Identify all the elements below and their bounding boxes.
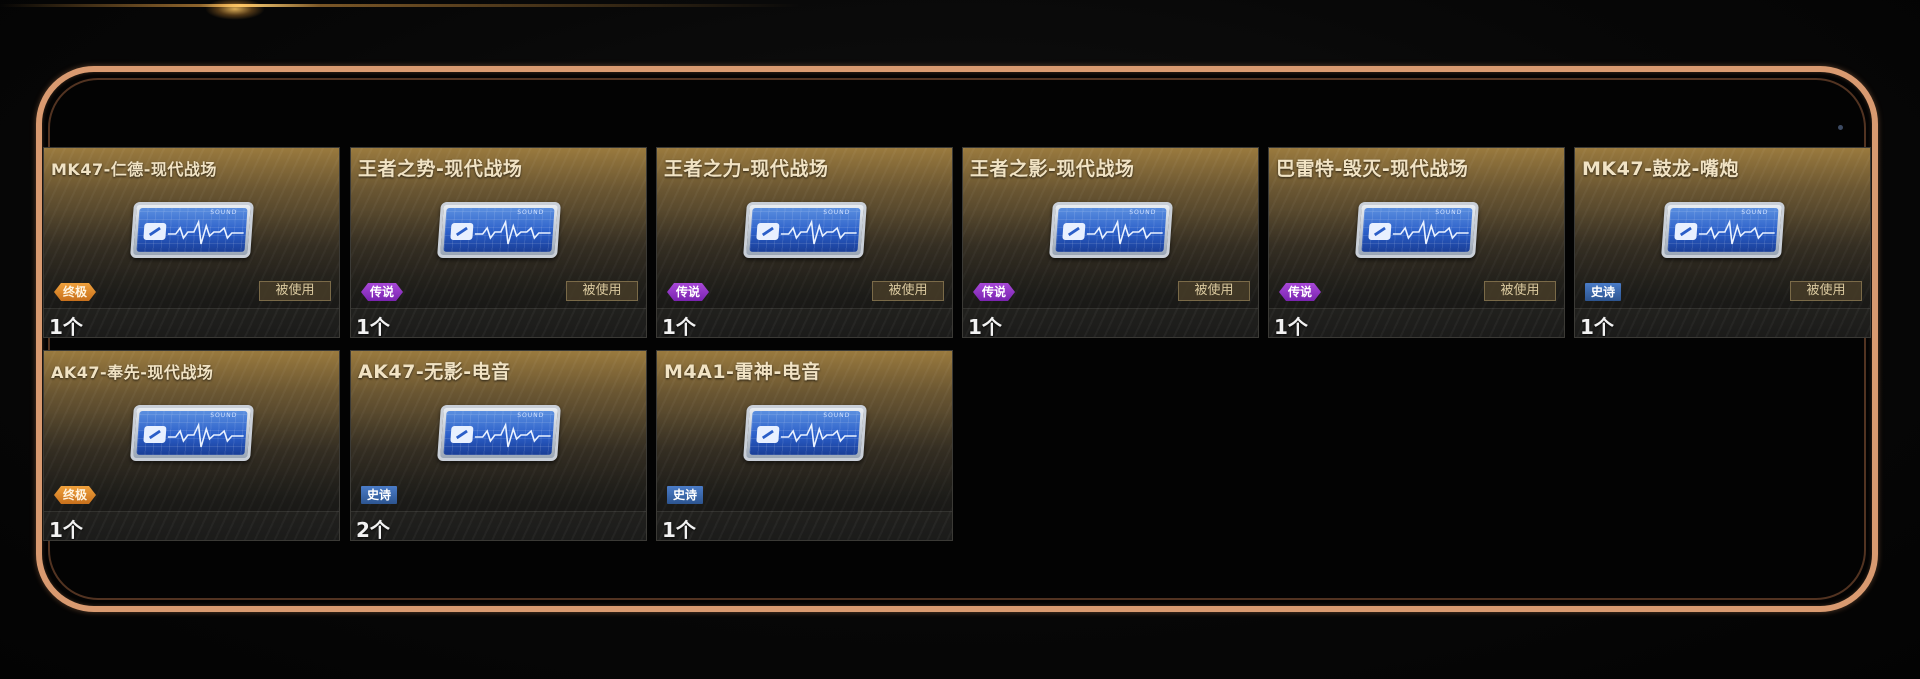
item-card[interactable]: AK47-奉先-现代战场 SOUND 终极 1个 [43,350,340,541]
sound-card-icon: SOUND [436,405,561,461]
sound-card-icon: SOUND [129,202,254,258]
item-card[interactable]: 巴雷特-毁灭-现代战场 SOUND 传说 被使用 1个 [1268,147,1565,338]
pencil-icon [1673,223,1697,240]
waveform-icon [780,422,857,448]
sound-label: SOUND [516,209,544,216]
sound-card-icon: SOUND [129,405,254,461]
sound-label: SOUND [209,412,237,419]
pencil-icon [755,426,779,443]
rarity-badge: 终极 [54,486,96,504]
sound-label: SOUND [516,412,544,419]
waveform-icon [167,422,244,448]
pencil-icon [449,223,473,240]
in-use-badge: 被使用 [259,281,331,301]
sound-label: SOUND [1128,209,1156,216]
item-card[interactable]: M4A1-雷神-电音 SOUND 史诗 1个 [656,350,953,541]
sound-card-icon: SOUND [436,202,561,258]
in-use-badge: 被使用 [1178,281,1250,301]
waveform-icon [1086,219,1163,245]
pencil-icon [142,426,166,443]
sound-label: SOUND [1740,209,1768,216]
item-title: AK47-奉先-现代战场 [51,363,214,382]
pencil-icon [755,223,779,240]
waveform-icon [167,219,244,245]
in-use-badge: 被使用 [1484,281,1556,301]
item-count: 1个 [968,315,1002,338]
item-count: 1个 [662,315,696,338]
item-count: 1个 [356,315,390,338]
item-title: MK47-仁德-现代战场 [51,160,217,179]
item-title: M4A1-雷神-电音 [664,361,821,383]
pencil-icon [449,426,473,443]
rarity-badge: 终极 [54,283,96,301]
in-use-badge: 被使用 [872,281,944,301]
item-grid: MK47-仁德-现代战场 SOUND 终极 被使用 1个 王者之势-现代战场 SOUND 传… [0,0,1920,679]
item-count: 1个 [49,315,83,338]
sound-card-icon: SOUND [742,202,867,258]
waveform-icon [474,422,551,448]
item-title: 王者之势-现代战场 [358,158,523,180]
rarity-badge: 传说 [1279,283,1321,301]
sound-card-icon: SOUND [742,405,867,461]
item-title: 王者之力-现代战场 [664,158,829,180]
item-count: 1个 [49,518,83,541]
in-use-badge: 被使用 [1790,281,1862,301]
pencil-icon [1367,223,1391,240]
sound-card-icon: SOUND [1048,202,1173,258]
sound-card-icon: SOUND [1660,202,1785,258]
waveform-icon [780,219,857,245]
sound-label: SOUND [209,209,237,216]
item-title: AK47-无影-电音 [358,361,511,383]
item-title: MK47-鼓龙-嘴炮 [1582,158,1739,180]
pencil-icon [1061,223,1085,240]
waveform-icon [1698,219,1775,245]
item-title: 巴雷特-毁灭-现代战场 [1276,158,1469,180]
rarity-badge: 传说 [973,283,1015,301]
item-count: 1个 [662,518,696,541]
rarity-badge: 史诗 [1585,283,1622,301]
pencil-icon [142,223,166,240]
in-use-badge: 被使用 [566,281,638,301]
rarity-badge: 传说 [361,283,403,301]
waveform-icon [1392,219,1469,245]
item-card[interactable]: 王者之力-现代战场 SOUND 传说 被使用 1个 [656,147,953,338]
sound-label: SOUND [822,412,850,419]
sound-label: SOUND [822,209,850,216]
item-card[interactable]: AK47-无影-电音 SOUND 史诗 2个 [350,350,647,541]
item-card[interactable]: MK47-仁德-现代战场 SOUND 终极 被使用 1个 [43,147,340,338]
item-title: 王者之影-现代战场 [970,158,1135,180]
waveform-icon [474,219,551,245]
item-count: 2个 [356,518,390,541]
item-count: 1个 [1274,315,1308,338]
rarity-badge: 史诗 [667,486,704,504]
sound-card-icon: SOUND [1354,202,1479,258]
item-count: 1个 [1580,315,1614,338]
sound-label: SOUND [1434,209,1462,216]
rarity-badge: 史诗 [361,486,398,504]
rarity-badge: 传说 [667,283,709,301]
item-card[interactable]: 王者之影-现代战场 SOUND 传说 被使用 1个 [962,147,1259,338]
item-card[interactable]: 王者之势-现代战场 SOUND 传说 被使用 1个 [350,147,647,338]
item-card[interactable]: MK47-鼓龙-嘴炮 SOUND 史诗 被使用 1个 [1574,147,1871,338]
